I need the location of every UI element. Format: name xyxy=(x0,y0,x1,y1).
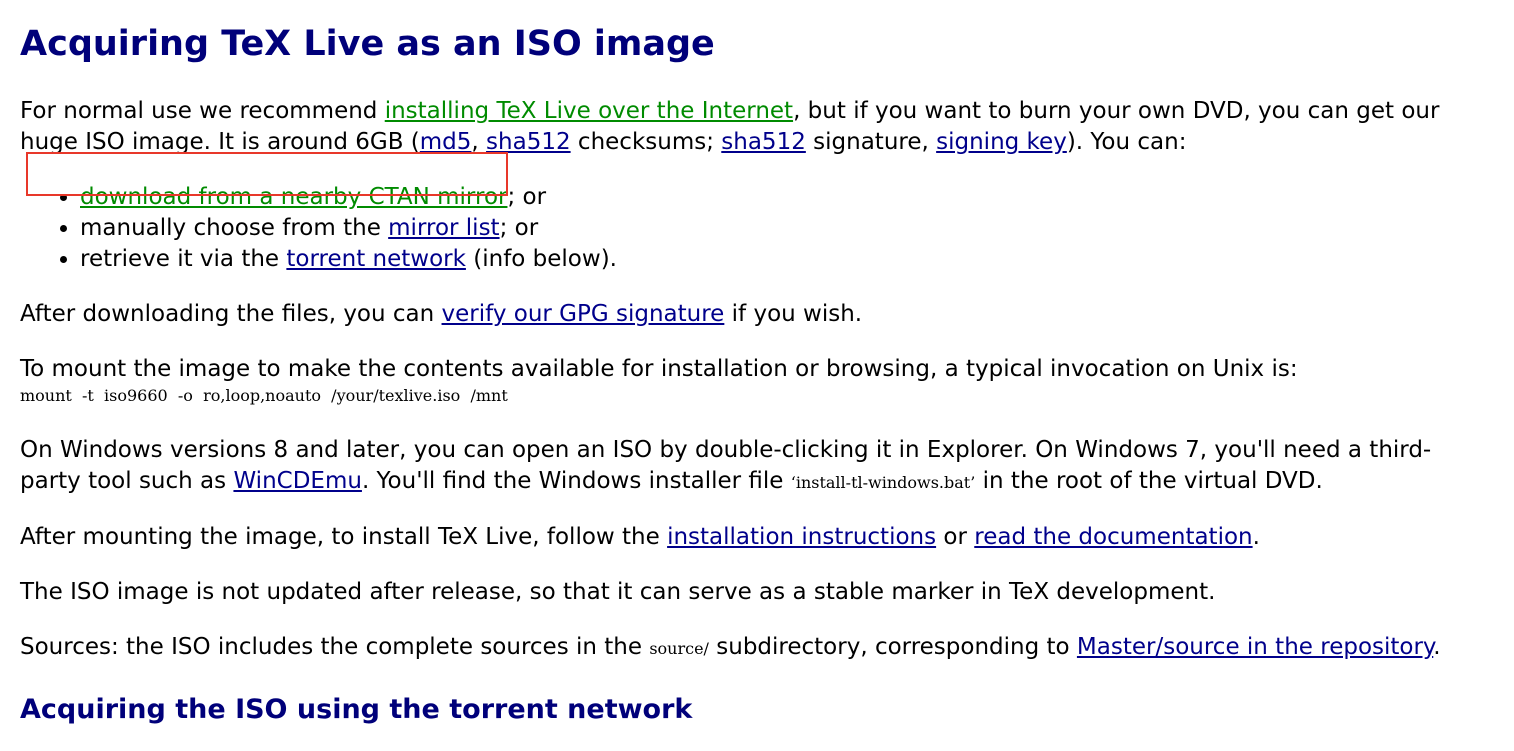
link-read-documentation[interactable]: read the documentation xyxy=(974,524,1252,550)
verify-paragraph: After downloading the files, you can ver… xyxy=(20,301,863,327)
mount-command: mount -t iso9660 -o ro,loop,noauto /your… xyxy=(20,386,508,405)
intro-paragraph: For normal use we recommend installing T… xyxy=(20,98,1440,155)
link-wincdemu[interactable]: WinCDEmu xyxy=(233,468,362,494)
source-directory: source/ xyxy=(649,639,709,658)
after-mount-paragraph: After mounting the image, to install TeX… xyxy=(20,524,1260,550)
link-signing-key[interactable]: signing key xyxy=(936,129,1067,155)
link-master-source-repository[interactable]: Master/source in the repository xyxy=(1077,634,1433,660)
link-install-over-internet[interactable]: installing TeX Live over the Internet xyxy=(385,98,793,124)
link-sha512-signature[interactable]: sha512 xyxy=(721,129,806,155)
link-installation-instructions[interactable]: installation instructions xyxy=(667,524,936,550)
windows-paragraph: On Windows versions 8 and later, you can… xyxy=(20,437,1432,494)
torrent-section-heading: Acquiring the ISO using the torrent netw… xyxy=(20,694,693,725)
link-sha512-checksum[interactable]: sha512 xyxy=(486,129,571,155)
mount-paragraph: To mount the image to make the contents … xyxy=(20,356,1298,382)
list-item: retrieve it via the torrent network (inf… xyxy=(80,244,1490,275)
link-verify-gpg-signature[interactable]: verify our GPG signature xyxy=(442,301,725,327)
link-nearby-ctan-mirror[interactable]: download from a nearby CTAN mirror xyxy=(80,184,507,210)
not-updated-paragraph: The ISO image is not updated after relea… xyxy=(20,579,1216,605)
sources-paragraph: Sources: the ISO includes the complete s… xyxy=(20,634,1441,660)
link-torrent-network[interactable]: torrent network xyxy=(286,246,466,272)
link-mirror-list[interactable]: mirror list xyxy=(388,215,499,241)
link-md5[interactable]: md5 xyxy=(420,129,472,155)
page-title: Acquiring TeX Live as an ISO image xyxy=(20,24,715,64)
list-item: download from a nearby CTAN mirror; or xyxy=(80,182,1490,213)
page-content: Acquiring TeX Live as an ISO image For n… xyxy=(0,0,1490,730)
download-options-list: download from a nearby CTAN mirror; or m… xyxy=(20,182,1490,275)
list-item: manually choose from the mirror list; or xyxy=(80,213,1490,244)
installer-filename: ‘install-tl-windows.bat’ xyxy=(790,473,976,492)
